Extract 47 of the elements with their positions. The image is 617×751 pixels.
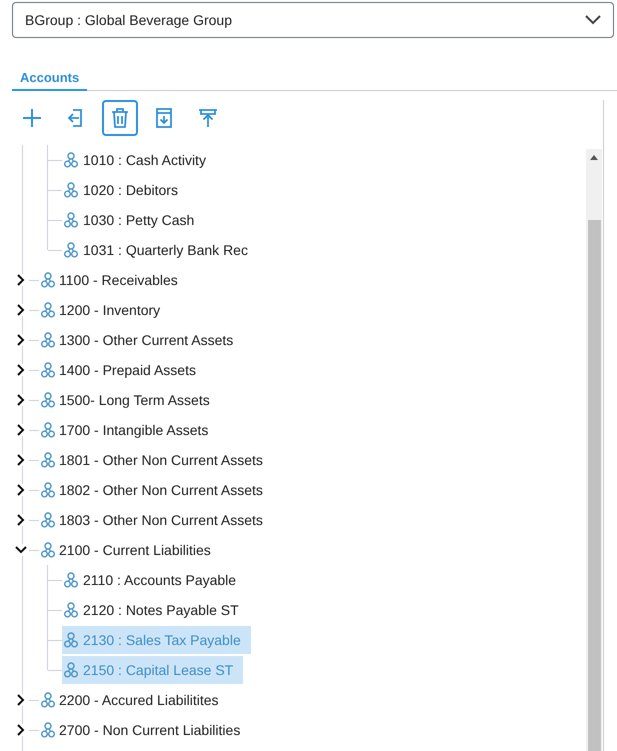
hierarchy-icon	[41, 422, 55, 438]
dropdown-value: BGroup : Global Beverage Group	[25, 10, 232, 30]
scrollbar[interactable]	[586, 149, 602, 751]
hierarchy-icon	[41, 452, 55, 468]
tree-item[interactable]: 1803 - Other Non Current Assets	[39, 506, 269, 534]
hierarchy-icon	[41, 692, 55, 708]
scroll-up-arrow-icon[interactable]	[590, 155, 598, 160]
tree-item[interactable]: 1020 : Debitors	[62, 176, 188, 204]
hierarchy-icon	[64, 632, 78, 648]
hierarchy-icon	[41, 302, 55, 318]
hierarchy-icon	[64, 662, 78, 678]
hierarchy-icon	[41, 542, 55, 558]
tree-item[interactable]: 2110 : Accounts Payable	[62, 566, 246, 594]
hierarchy-icon	[64, 212, 78, 228]
hierarchy-icon	[41, 722, 55, 738]
scrollbar-thumb[interactable]	[588, 220, 601, 751]
upload-icon	[196, 106, 220, 130]
hierarchy-icon	[41, 362, 55, 378]
tree-item[interactable]: 1801 - Other Non Current Assets	[39, 446, 269, 474]
hierarchy-icon	[64, 242, 78, 258]
tree-item[interactable]: 2120 : Notes Payable ST	[62, 596, 249, 624]
tree-item[interactable]: 1400 - Prepaid Assets	[39, 356, 202, 384]
tree-item[interactable]: 1802 - Other Non Current Assets	[39, 476, 269, 504]
hierarchy-icon	[64, 152, 78, 168]
hierarchy-icon	[41, 482, 55, 498]
tree-item[interactable]: 1200 - Inventory	[39, 296, 166, 324]
group-dropdown[interactable]: BGroup : Global Beverage Group	[12, 2, 614, 38]
hierarchy-icon	[41, 272, 55, 288]
tree-item[interactable]: 2700 - Non Current Liabilities	[39, 716, 246, 744]
tree-item[interactable]: 2100 - Current Liabilities	[39, 536, 217, 564]
hierarchy-icon	[41, 512, 55, 528]
hierarchy-icon	[41, 392, 55, 408]
hierarchy-icon	[41, 332, 55, 348]
delete-button[interactable]	[102, 100, 138, 136]
tree-item[interactable]: 1100 - Receivables	[39, 266, 184, 294]
tree-item[interactable]: 2200 - Accured Liabilitites	[39, 686, 225, 714]
hierarchy-icon	[64, 182, 78, 198]
tree-item[interactable]: 1500- Long Term Assets	[39, 386, 216, 414]
tree-item[interactable]: 1030 : Petty Cash	[62, 206, 204, 234]
tree-item[interactable]: 1700 - Intangible Assets	[39, 416, 214, 444]
tree-item[interactable]: 1010 : Cash Activity	[62, 146, 216, 174]
plus-icon	[20, 106, 44, 130]
hierarchy-icon	[64, 572, 78, 588]
tree-item[interactable]: 1031 : Quarterly Bank Rec	[62, 236, 258, 264]
tree-item[interactable]: 1300 - Other Current Assets	[39, 326, 240, 354]
hierarchy-icon	[64, 602, 78, 618]
chevron-down-icon	[585, 15, 601, 25]
